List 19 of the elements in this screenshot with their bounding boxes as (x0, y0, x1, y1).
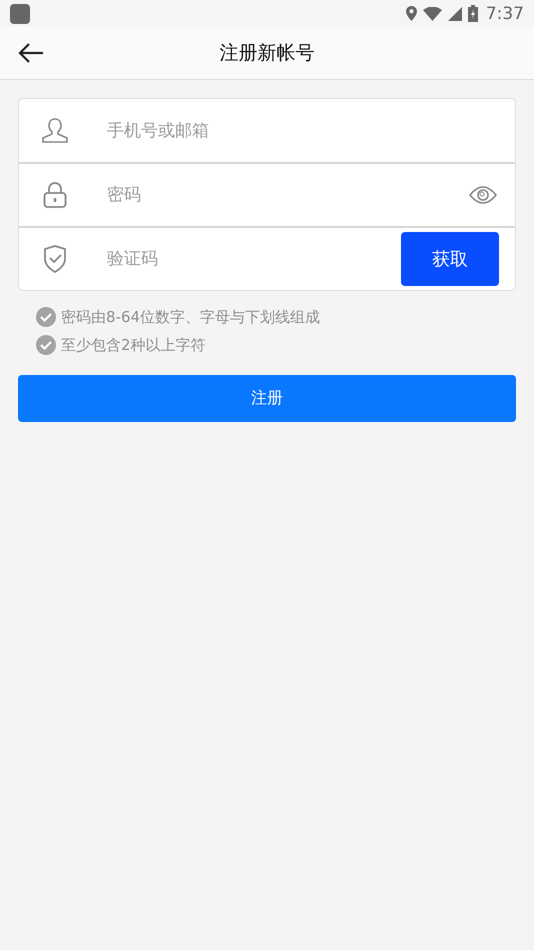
lock-icon (43, 181, 67, 209)
register-button[interactable]: 注册 (18, 375, 516, 422)
location-icon (406, 6, 417, 21)
user-icon (41, 116, 69, 144)
shield-icon (43, 245, 67, 273)
battery-icon (468, 5, 478, 22)
back-arrow-icon (18, 42, 44, 64)
page-title: 注册新帐号 (220, 42, 314, 64)
show-password-button[interactable] (467, 183, 499, 207)
get-code-button[interactable]: 获取 (401, 232, 499, 286)
account-field[interactable]: 手机号或邮箱 (107, 116, 499, 144)
password-rule: 密码由8-64位数字、字母与下划线组成 (61, 308, 320, 326)
code-field[interactable]: 验证码 (107, 245, 401, 273)
app-icon (10, 4, 30, 24)
password-rule: 至少包含2种以上字符 (61, 336, 206, 354)
wifi-icon (422, 6, 442, 20)
password-field[interactable]: 密码 (107, 181, 467, 209)
clock-time: 7:37 (486, 4, 524, 24)
signal-icon (448, 6, 462, 20)
